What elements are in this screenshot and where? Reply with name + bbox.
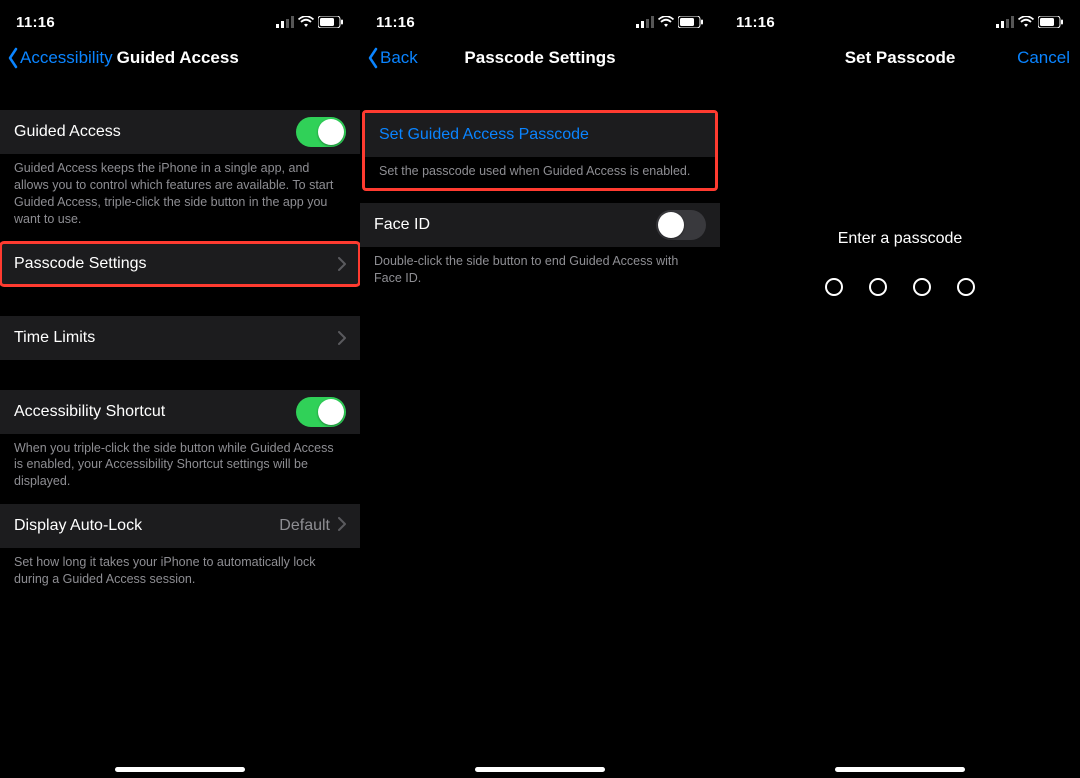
passcode-dot <box>913 278 931 296</box>
row-passcode-settings[interactable]: Passcode Settings <box>0 242 360 286</box>
toggle-guided-access[interactable] <box>296 117 346 147</box>
status-time: 11:16 <box>16 14 55 31</box>
status-bar: 11:16 <box>360 0 720 36</box>
status-indicators <box>996 16 1064 28</box>
footer-set-passcode: Set the passcode used when Guided Access… <box>365 157 715 188</box>
battery-icon <box>1038 16 1064 28</box>
nav-bar: Accessibility Guided Access <box>0 36 360 80</box>
back-button[interactable]: Back <box>366 47 418 69</box>
passcode-dots <box>720 278 1080 296</box>
back-label: Accessibility <box>20 48 113 68</box>
screen-passcode-settings: 11:16 Back Passcode Settings Set Guided … <box>360 0 720 778</box>
back-button[interactable]: Accessibility <box>6 47 113 69</box>
home-indicator[interactable] <box>475 767 605 772</box>
footer-guided-access: Guided Access keeps the iPhone in a sing… <box>0 154 360 242</box>
nav-bar: Set Passcode Cancel <box>720 36 1080 80</box>
status-time: 11:16 <box>736 14 775 31</box>
row-label: Guided Access <box>14 123 121 141</box>
wifi-icon <box>1018 16 1034 28</box>
status-bar: 11:16 <box>720 0 1080 36</box>
chevron-right-icon <box>338 257 346 271</box>
row-label: Time Limits <box>14 329 95 347</box>
content: Set Guided Access Passcode Set the passc… <box>360 80 720 301</box>
nav-title: Guided Access <box>117 48 239 68</box>
status-indicators <box>276 16 344 28</box>
nav-bar: Back Passcode Settings <box>360 36 720 80</box>
row-time-limits[interactable]: Time Limits <box>0 316 360 360</box>
passcode-dot <box>957 278 975 296</box>
signal-icon <box>996 16 1014 28</box>
status-bar: 11:16 <box>0 0 360 36</box>
chevron-right-icon <box>338 517 346 536</box>
row-accessibility-shortcut[interactable]: Accessibility Shortcut <box>0 390 360 434</box>
row-set-guided-access-passcode[interactable]: Set Guided Access Passcode <box>365 113 715 157</box>
home-indicator[interactable] <box>115 767 245 772</box>
status-time: 11:16 <box>376 14 415 31</box>
row-guided-access[interactable]: Guided Access <box>0 110 360 154</box>
wifi-icon <box>658 16 674 28</box>
row-value: Default <box>279 517 330 535</box>
passcode-dot <box>869 278 887 296</box>
footer-display-auto-lock: Set how long it takes your iPhone to aut… <box>0 548 360 602</box>
chevron-left-icon <box>366 47 380 69</box>
status-indicators <box>636 16 704 28</box>
row-label: Display Auto-Lock <box>14 517 142 535</box>
screen-guided-access: 11:16 Accessibility Guided Access Guided… <box>0 0 360 778</box>
row-face-id[interactable]: Face ID <box>360 203 720 247</box>
row-label: Passcode Settings <box>14 255 147 273</box>
back-label: Back <box>380 48 418 68</box>
screen-set-passcode: 11:16 Set Passcode Cancel Enter a passco… <box>720 0 1080 778</box>
row-label: Set Guided Access Passcode <box>379 126 589 144</box>
passcode-dot <box>825 278 843 296</box>
signal-icon <box>636 16 654 28</box>
cancel-button[interactable]: Cancel <box>1017 48 1070 68</box>
row-label: Face ID <box>374 216 430 234</box>
row-display-auto-lock[interactable]: Display Auto-Lock Default <box>0 504 360 548</box>
signal-icon <box>276 16 294 28</box>
passcode-prompt: Enter a passcode <box>720 230 1080 248</box>
battery-icon <box>678 16 704 28</box>
chevron-right-icon <box>338 331 346 345</box>
footer-accessibility-shortcut: When you triple-click the side button wh… <box>0 434 360 505</box>
toggle-accessibility-shortcut[interactable] <box>296 397 346 427</box>
chevron-left-icon <box>6 47 20 69</box>
content: Guided Access Guided Access keeps the iP… <box>0 80 360 602</box>
battery-icon <box>318 16 344 28</box>
wifi-icon <box>298 16 314 28</box>
row-label: Accessibility Shortcut <box>14 403 165 421</box>
footer-face-id: Double-click the side button to end Guid… <box>360 247 720 301</box>
toggle-face-id[interactable] <box>656 210 706 240</box>
home-indicator[interactable] <box>835 767 965 772</box>
